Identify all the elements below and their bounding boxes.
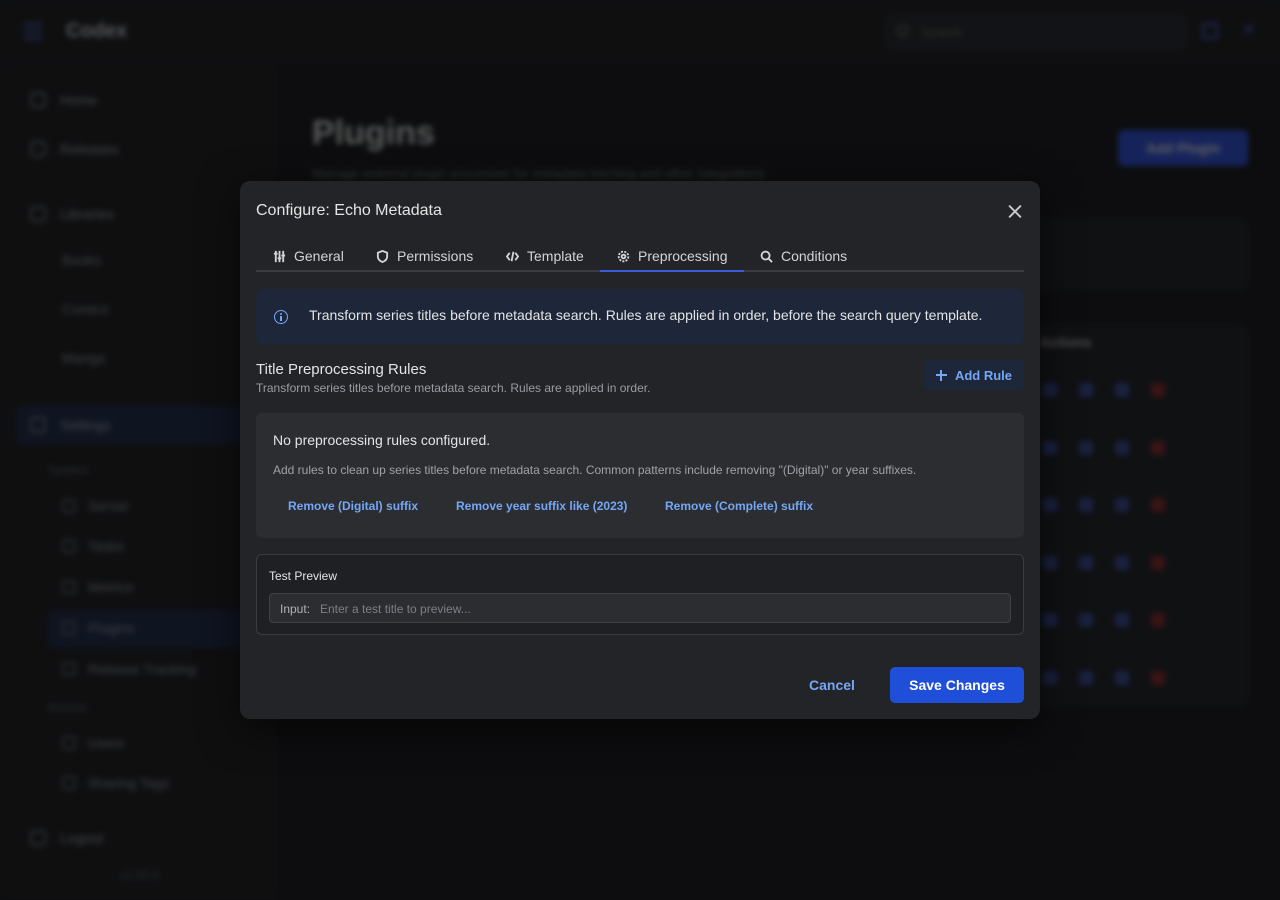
gear-icon bbox=[617, 250, 630, 263]
test-preview-title: Test Preview bbox=[269, 569, 338, 583]
preset-remove-digital-suffix[interactable]: Remove (Digital) suffix bbox=[288, 499, 418, 513]
tab-template[interactable]: Template bbox=[506, 243, 584, 272]
info-alert: Transform series titles before metadata … bbox=[256, 289, 1024, 344]
test-preview-panel: Test Preview Input: bbox=[256, 554, 1024, 635]
tab-permissions[interactable]: Permissions bbox=[376, 243, 473, 272]
rules-subtitle: Transform series titles before metadata … bbox=[256, 381, 651, 395]
tab-preprocessing[interactable]: Preprocessing bbox=[600, 243, 744, 272]
test-input-wrapper: Input: bbox=[269, 593, 1011, 623]
search-icon bbox=[760, 250, 773, 263]
add-rule-button[interactable]: Add Rule bbox=[924, 360, 1024, 390]
save-changes-button[interactable]: Save Changes bbox=[890, 667, 1024, 703]
rules-title: Title Preprocessing Rules bbox=[256, 361, 427, 378]
configure-plugin-modal: Configure: Echo Metadata General Permiss… bbox=[240, 181, 1040, 719]
empty-description: Add rules to clean up series titles befo… bbox=[273, 463, 917, 477]
test-title-input[interactable] bbox=[320, 599, 1000, 619]
tab-conditions[interactable]: Conditions bbox=[760, 243, 847, 272]
modal-title: Configure: Echo Metadata bbox=[256, 202, 442, 219]
close-icon[interactable] bbox=[1004, 201, 1026, 223]
tab-general[interactable]: General bbox=[273, 243, 344, 272]
info-icon bbox=[274, 310, 288, 324]
empty-title: No preprocessing rules configured. bbox=[273, 432, 491, 448]
empty-rules-card: No preprocessing rules configured. Add r… bbox=[256, 413, 1024, 538]
cancel-button[interactable]: Cancel bbox=[792, 667, 872, 703]
plus-icon bbox=[935, 369, 947, 381]
code-icon bbox=[506, 251, 519, 262]
preset-remove-year-suffix[interactable]: Remove year suffix like (2023) bbox=[456, 499, 627, 513]
test-input-label: Input: bbox=[280, 602, 311, 616]
info-text: Transform series titles before metadata … bbox=[309, 307, 983, 323]
shield-icon bbox=[376, 250, 389, 263]
sliders-icon bbox=[273, 250, 286, 263]
modal-tabs: General Permissions Template Preprocessi… bbox=[256, 243, 1024, 272]
preset-remove-complete-suffix[interactable]: Remove (Complete) suffix bbox=[665, 499, 813, 513]
